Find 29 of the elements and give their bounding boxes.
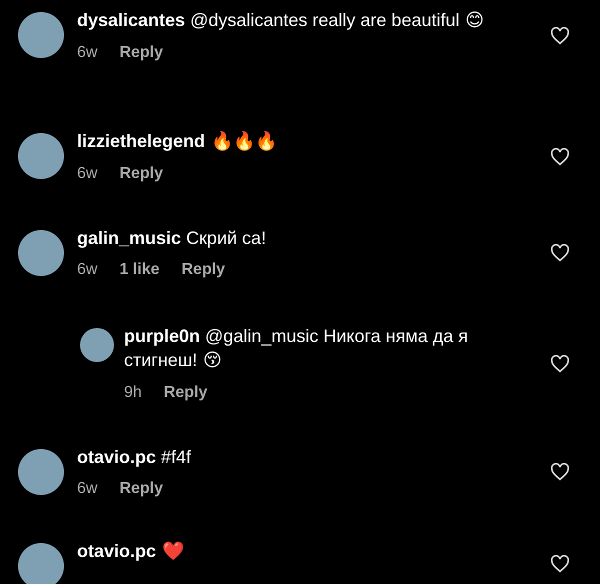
comment-time: 6w	[77, 260, 98, 280]
comment-time: 9h	[124, 383, 142, 403]
avatar-photo-placeholder[interactable]	[18, 12, 64, 58]
comment-text: otavio.pc #f4f	[77, 446, 192, 469]
avatar-photo-placeholder[interactable]	[80, 328, 114, 362]
comment-time: 6w	[77, 43, 98, 63]
avatar-photo-placeholder[interactable]	[18, 230, 64, 276]
likes-count[interactable]: 1 like	[119, 260, 160, 280]
like-heart-icon[interactable]	[550, 463, 570, 481]
reply-link[interactable]: Reply	[119, 43, 164, 63]
avatar-photo-placeholder[interactable]	[18, 449, 64, 495]
reply-link[interactable]: Reply	[119, 164, 164, 184]
reply-link[interactable]: Reply	[119, 479, 164, 499]
comment-text: lizziethelegend 🔥🔥🔥	[77, 130, 278, 154]
comment-time: 6w	[77, 479, 98, 499]
like-heart-icon[interactable]	[550, 244, 570, 262]
like-heart-icon[interactable]	[550, 555, 570, 573]
like-heart-icon[interactable]	[550, 148, 570, 166]
like-heart-icon[interactable]	[550, 26, 570, 44]
like-heart-icon[interactable]	[550, 354, 570, 372]
avatar-photo-placeholder[interactable]	[18, 133, 64, 179]
comment-time: 6w	[77, 164, 98, 184]
reply-link[interactable]: Reply	[181, 260, 226, 280]
comment-text: otavio.pc ❤	[77, 540, 185, 564]
avatar-photo-placeholder[interactable]	[18, 543, 64, 584]
comment-text: galin_music Скрий са!	[77, 227, 268, 250]
comment-text: purple0n @galin_music Никога няма да я стигнеш! 😚	[124, 325, 470, 373]
comment-text: dysalicantes @dysalicantes really are beautiful 😊	[77, 9, 485, 33]
reply-link[interactable]: Reply	[164, 383, 208, 403]
